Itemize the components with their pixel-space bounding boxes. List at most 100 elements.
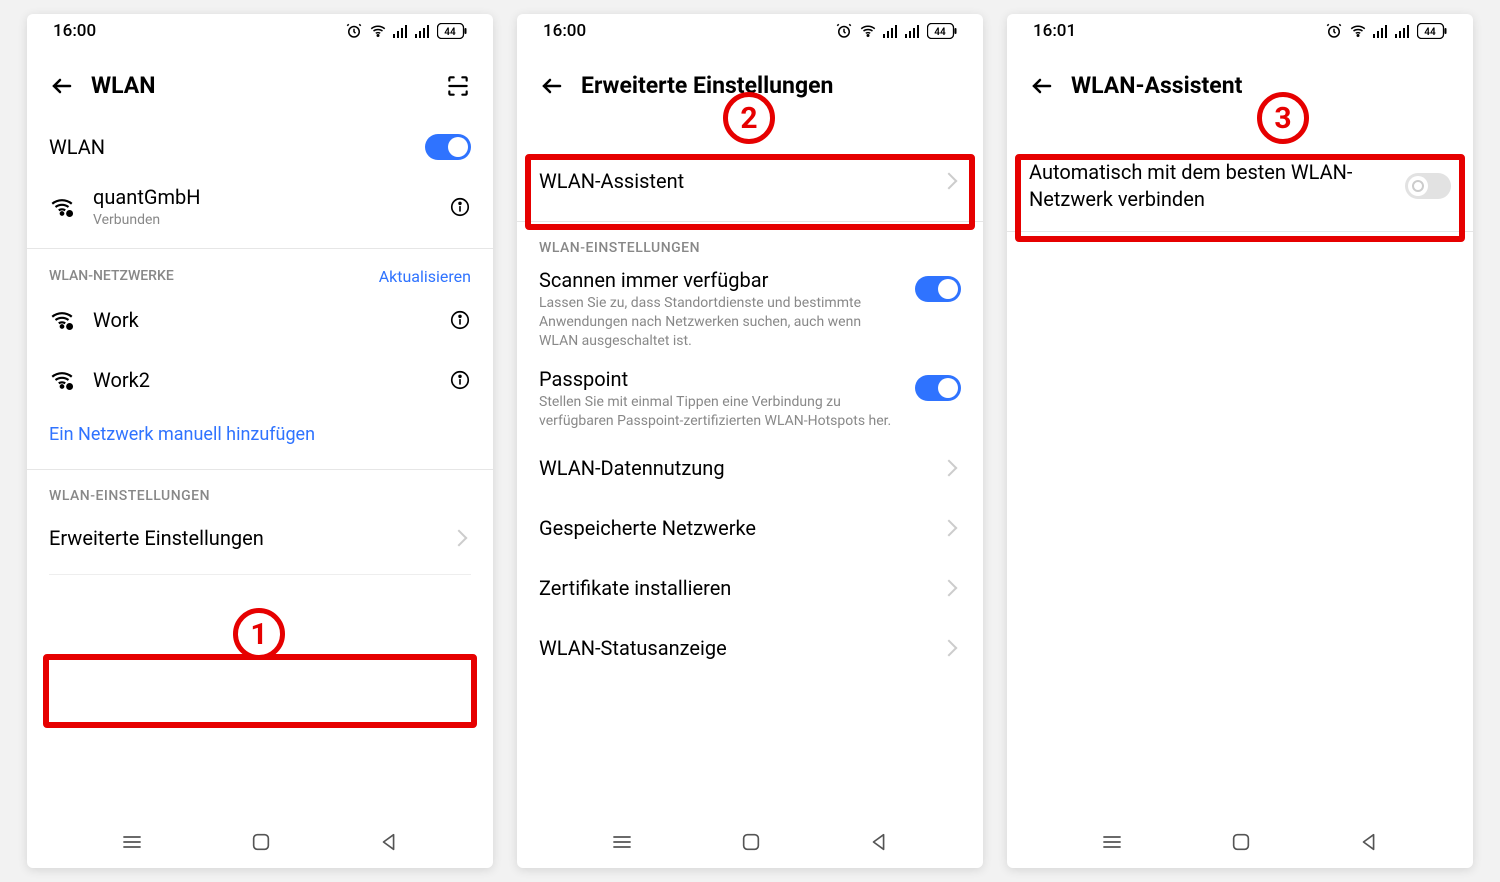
qr-scan-button[interactable] — [445, 73, 471, 99]
scan-sub: Lassen Sie zu, dass Standortdienste und … — [539, 294, 903, 351]
install-certs-row[interactable]: Zertifikate installieren — [539, 558, 961, 618]
nav-home-icon[interactable] — [250, 831, 272, 853]
nav-back-icon[interactable] — [378, 831, 400, 853]
nav-home-icon[interactable] — [740, 831, 762, 853]
page-title: Erweiterte Einstellungen — [581, 72, 961, 99]
wlan-toggle-label: WLAN — [49, 135, 105, 159]
chevron-right-icon — [941, 580, 958, 597]
status-time: 16:00 — [543, 21, 586, 41]
install-certs-label: Zertifikate installieren — [539, 576, 731, 600]
nav-recent-icon[interactable] — [1100, 830, 1124, 854]
page-title: WLAN-Assistent — [1071, 72, 1451, 99]
signal2-icon — [905, 23, 921, 39]
networks-header: WLAN-NETZWERKE — [49, 268, 174, 284]
status-bar: 16:00 44 — [517, 14, 983, 48]
alarm-icon — [835, 22, 853, 40]
wifi-status-icon — [369, 22, 387, 40]
status-bar: 16:01 44 — [1007, 14, 1473, 48]
nav-back-icon[interactable] — [1358, 831, 1380, 853]
status-time: 16:00 — [53, 21, 96, 41]
signal1-icon — [883, 23, 899, 39]
appbar: WLAN-Assistent — [1007, 48, 1473, 117]
networks-header-row: WLAN-NETZWERKE Aktualisieren — [49, 267, 471, 286]
passpoint-sub: Stellen Sie mit einmal Tippen eine Verbi… — [539, 393, 903, 431]
auto-connect-row[interactable]: Automatisch mit dem besten WLAN-Netzwerk… — [1029, 151, 1451, 221]
saved-networks-label: Gespeicherte Netzwerke — [539, 516, 756, 540]
chevron-right-icon — [451, 529, 468, 546]
status-icons: 44 — [1325, 22, 1447, 40]
connected-network-row[interactable]: quantGmbH Verbunden — [49, 177, 471, 238]
network-row[interactable]: Work — [49, 290, 471, 350]
refresh-link[interactable]: Aktualisieren — [379, 267, 471, 286]
wifi-status-icon — [1349, 22, 1367, 40]
info-icon[interactable] — [449, 309, 471, 331]
back-button[interactable] — [1029, 73, 1055, 99]
info-icon[interactable] — [449, 196, 471, 218]
status-icons: 44 — [345, 22, 467, 40]
status-time: 16:01 — [1033, 21, 1076, 41]
status-icons: 44 — [835, 22, 957, 40]
wlan-master-toggle-row[interactable]: WLAN — [49, 117, 471, 177]
passpoint-title: Passpoint — [539, 367, 903, 391]
screen-assistant: 16:01 44 WLAN-Assistent Automatisch mit … — [1007, 14, 1473, 868]
add-network-link[interactable]: Ein Netzwerk manuell hinzufügen — [49, 410, 471, 459]
nav-home-icon[interactable] — [1230, 831, 1252, 853]
advanced-settings-label: Erweiterte Einstellungen — [49, 526, 264, 550]
connected-name: quantGmbH — [93, 185, 201, 209]
nav-bar — [517, 816, 983, 868]
signal1-icon — [1373, 23, 1389, 39]
svg-text:44: 44 — [1424, 27, 1436, 38]
settings-section-header: WLAN-EINSTELLUNGEN — [539, 240, 961, 256]
scan-always-row[interactable]: Scannen immer verfügbar Lassen Sie zu, d… — [539, 260, 961, 359]
appbar: Erweiterte Einstellungen — [517, 48, 983, 117]
alarm-icon — [345, 22, 363, 40]
signal2-icon — [415, 23, 431, 39]
wifi-status-icon — [859, 22, 877, 40]
chevron-right-icon — [941, 460, 958, 477]
screen-advanced: 16:00 44 Erweiterte Einstellungen WLAN-A… — [517, 14, 983, 868]
wifi-secure-icon — [49, 307, 75, 333]
battery-icon: 44 — [927, 23, 957, 39]
wlan-status-row[interactable]: WLAN-Statusanzeige — [539, 618, 961, 678]
auto-connect-label: Automatisch mit dem besten WLAN-Netzwerk… — [1029, 159, 1405, 213]
scan-title: Scannen immer verfügbar — [539, 268, 903, 292]
signal1-icon — [393, 23, 409, 39]
svg-text:44: 44 — [934, 27, 946, 38]
chevron-right-icon — [941, 640, 958, 657]
network-name: Work2 — [93, 368, 150, 392]
data-usage-label: WLAN-Datennutzung — [539, 456, 725, 480]
wlan-assistant-label: WLAN-Assistent — [539, 169, 684, 193]
network-name: Work — [93, 308, 139, 332]
back-button[interactable] — [539, 73, 565, 99]
status-bar: 16:00 44 — [27, 14, 493, 48]
nav-back-icon[interactable] — [868, 831, 890, 853]
wlan-assistant-row[interactable]: WLAN-Assistent — [539, 151, 961, 211]
nav-recent-icon[interactable] — [610, 830, 634, 854]
scan-toggle[interactable] — [915, 276, 961, 302]
alarm-icon — [1325, 22, 1343, 40]
wlan-toggle[interactable] — [425, 134, 471, 160]
saved-networks-row[interactable]: Gespeicherte Netzwerke — [539, 498, 961, 558]
screen-wlan: 16:00 44 WLAN WLAN quantGmbH V — [27, 14, 493, 868]
battery-text: 44 — [444, 27, 456, 38]
data-usage-row[interactable]: WLAN-Datennutzung — [539, 438, 961, 498]
battery-icon: 44 — [1417, 23, 1447, 39]
passpoint-row[interactable]: Passpoint Stellen Sie mit einmal Tippen … — [539, 359, 961, 439]
nav-recent-icon[interactable] — [120, 830, 144, 854]
network-row[interactable]: Work2 — [49, 350, 471, 410]
advanced-settings-row[interactable]: Erweiterte Einstellungen — [49, 508, 471, 568]
back-button[interactable] — [49, 73, 75, 99]
battery-icon: 44 — [437, 23, 467, 39]
info-icon[interactable] — [449, 369, 471, 391]
chevron-right-icon — [941, 520, 958, 537]
nav-bar — [1007, 816, 1473, 868]
wifi-secure-icon — [49, 367, 75, 393]
signal2-icon — [1395, 23, 1411, 39]
passpoint-toggle[interactable] — [915, 375, 961, 401]
page-title: WLAN — [91, 72, 429, 99]
auto-connect-toggle[interactable] — [1405, 173, 1451, 199]
settings-header: WLAN-EINSTELLUNGEN — [49, 488, 471, 504]
appbar: WLAN — [27, 48, 493, 117]
wifi-secure-icon — [49, 194, 75, 220]
wlan-status-label: WLAN-Statusanzeige — [539, 636, 727, 660]
